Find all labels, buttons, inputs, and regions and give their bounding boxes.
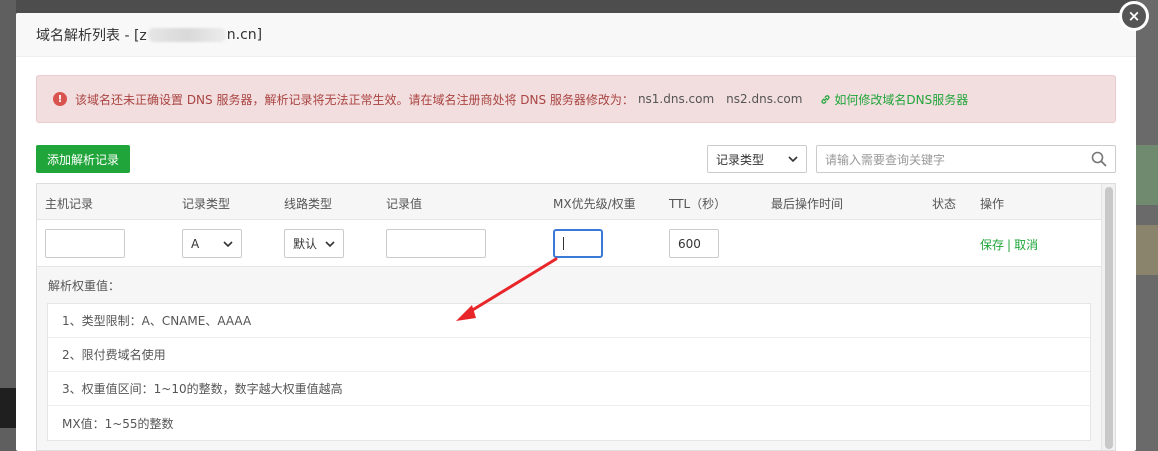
weight-rules-list: 1、类型限制：A、CNAME、AAAA 2、限付费域名使用 3、权重值区间：1~…	[47, 303, 1091, 441]
dns-help-link-label[interactable]: 如何修改域名DNS服务器	[834, 91, 968, 108]
mx-weight-input[interactable]	[553, 229, 603, 258]
search-placeholder: 请输入需要查询关键字	[825, 152, 946, 167]
scrollbar-thumb[interactable]	[1105, 187, 1113, 449]
record-value-input[interactable]	[386, 229, 486, 258]
modal-header: 域名解析列表 - [z n.cn]	[16, 13, 1136, 57]
weight-rule-item: 1、类型限制：A、CNAME、AAAA	[48, 304, 1090, 338]
weight-rule-item: 2、限付费域名使用	[48, 338, 1090, 372]
header-actions: 操作	[980, 197, 1005, 211]
host-input[interactable]	[45, 229, 125, 258]
header-value: 记录值	[386, 197, 423, 211]
alert-ns2: ns2.dns.com	[726, 92, 803, 106]
header-updated: 最后操作时间	[771, 197, 844, 211]
records-table: 主机记录 记录类型 线路类型 记录值 MX优先级/权重 TTL（秒） 最后操作时…	[36, 183, 1116, 451]
masked-domain	[147, 27, 226, 42]
header-status: 状态	[932, 197, 957, 211]
record-type-filter-select[interactable]: 记录类型	[707, 145, 807, 173]
text-cursor	[563, 237, 564, 250]
alert-ns1: ns1.dns.com	[637, 92, 715, 106]
record-type-select[interactable]: A	[182, 229, 242, 258]
weight-rule-item: MX值：1~55的整数	[62, 416, 174, 431]
alert-message: 该域名还未正确设置 DNS 服务器，解析记录将无法正常生效。请在域名注册商处将 …	[75, 92, 634, 107]
record-type-filter-value: 记录类型	[716, 152, 765, 167]
dns-help-link[interactable]: 如何修改域名DNS服务器	[820, 91, 968, 108]
background-right-strip	[1136, 0, 1158, 451]
ttl-input[interactable]: 600	[669, 229, 719, 258]
chevron-down-icon	[788, 156, 798, 163]
record-type-value: A	[191, 236, 200, 251]
weight-rule-item: 3、权重值区间：1~10的整数，数字越大权重值越高	[48, 372, 1090, 406]
header-line: 线路类型	[284, 197, 333, 211]
search-icon[interactable]	[1091, 151, 1107, 167]
cancel-link[interactable]: 取消	[1014, 238, 1038, 252]
header-host: 主机记录	[45, 197, 94, 211]
table-scrollbar[interactable]	[1101, 184, 1115, 450]
table-header: 主机记录 记录类型 线路类型 记录值 MX优先级/权重 TTL（秒） 最后操作时…	[37, 184, 1115, 220]
line-type-select[interactable]: 默认	[284, 229, 344, 258]
add-record-button[interactable]: 添加解析记录	[36, 145, 130, 173]
action-separator: |	[1007, 238, 1012, 252]
row-actions: 保存 | 取消	[980, 236, 1038, 253]
header-mx: MX优先级/权重	[553, 197, 636, 211]
modal-title-prefix: 域名解析列表 - [z	[36, 27, 147, 44]
header-ttl: TTL（秒）	[669, 197, 727, 211]
warning-icon: !	[53, 92, 67, 106]
weight-info-section: 解析权重值： 1、类型限制：A、CNAME、AAAA 2、限付费域名使用 3、权…	[37, 267, 1115, 450]
close-icon: ×	[1122, 4, 1146, 28]
chevron-down-icon	[223, 240, 233, 247]
close-modal-button[interactable]: ×	[1119, 1, 1149, 31]
save-link[interactable]: 保存	[980, 238, 1004, 252]
modal-title-suffix: n.cn]	[226, 26, 263, 43]
search-input[interactable]: 请输入需要查询关键字	[816, 145, 1116, 173]
header-type: 记录类型	[182, 197, 231, 211]
dns-records-modal: 域名解析列表 - [z n.cn] ! 该域名还未正确设置 DNS 服务器，解析记…	[16, 13, 1136, 451]
line-type-value: 默认	[293, 237, 318, 251]
chevron-down-icon	[325, 240, 335, 247]
new-record-row: A 默认 600 保存 | 取消	[37, 220, 1115, 267]
dns-warning-alert: ! 该域名还未正确设置 DNS 服务器，解析记录将无法正常生效。请在域名注册商处…	[36, 75, 1116, 123]
background-left-strip	[0, 0, 16, 451]
weight-title: 解析权重值：	[48, 279, 121, 293]
link-icon	[821, 94, 830, 104]
